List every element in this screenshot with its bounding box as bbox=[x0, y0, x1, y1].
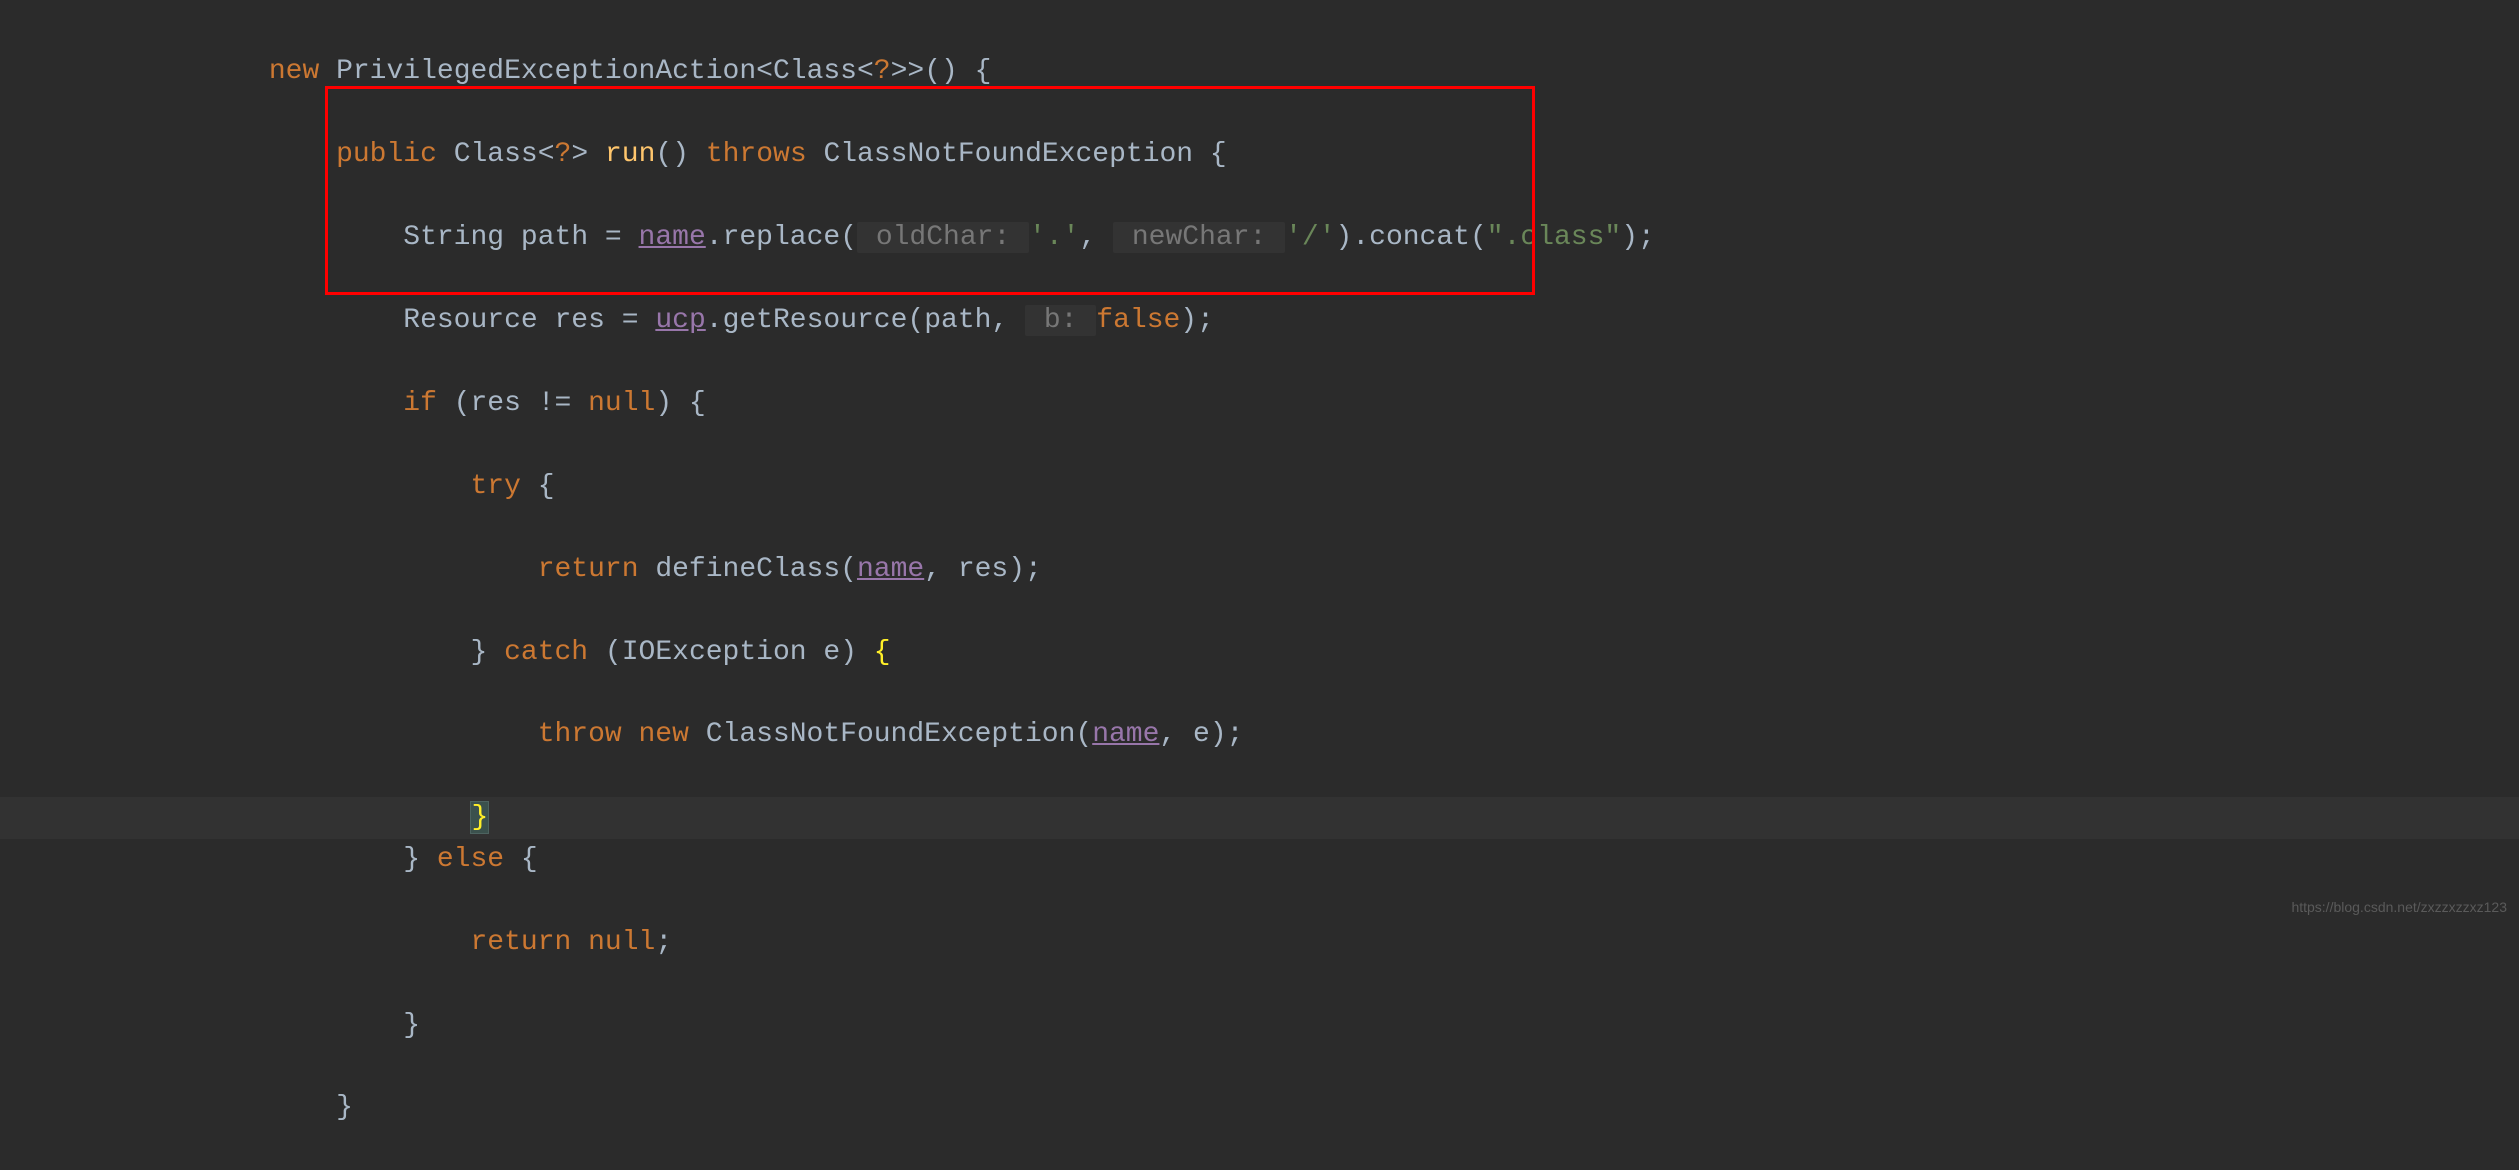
code-line: throw new ClassNotFoundException(name, e… bbox=[0, 714, 2519, 755]
param-hint: oldChar: bbox=[857, 222, 1029, 253]
code-line: } else { bbox=[0, 839, 2519, 880]
field-name: name bbox=[1092, 719, 1159, 750]
code-line: try { bbox=[0, 466, 2519, 507]
field-name: name bbox=[857, 554, 924, 585]
code-line: Resource res = ucp.getResource(path, b: … bbox=[0, 300, 2519, 341]
code-line: return defineClass(name, res); bbox=[0, 549, 2519, 590]
keyword-new: new bbox=[269, 56, 319, 87]
code-line: } catch (IOException e) { bbox=[0, 632, 2519, 673]
code-line: public Class<?> run() throws ClassNotFou… bbox=[0, 134, 2519, 175]
type-name: PrivilegedExceptionAction bbox=[336, 56, 756, 87]
field-name: name bbox=[639, 222, 706, 253]
code-line: return null; bbox=[0, 922, 2519, 963]
code-line: } bbox=[0, 1005, 2519, 1046]
field-ucp: ucp bbox=[655, 305, 705, 336]
param-hint: b: bbox=[1025, 305, 1096, 336]
method-run: run bbox=[605, 139, 655, 170]
watermark-text: https://blog.csdn.net/zxzzxzzxz123 bbox=[2291, 899, 2507, 915]
code-line-active: } bbox=[0, 797, 2519, 838]
keyword-public: public bbox=[336, 139, 437, 170]
brace-open: { bbox=[874, 637, 891, 668]
param-hint: newChar: bbox=[1113, 222, 1285, 253]
code-line: String path = name.replace( oldChar: '.'… bbox=[0, 217, 2519, 258]
brace-close-matched: } bbox=[470, 801, 489, 834]
code-line: if (res != null) { bbox=[0, 383, 2519, 424]
code-editor[interactable]: new PrivilegedExceptionAction<Class<?>>(… bbox=[0, 10, 2519, 1170]
code-line: } bbox=[0, 1087, 2519, 1128]
code-line: new PrivilegedExceptionAction<Class<?>>(… bbox=[0, 51, 2519, 92]
